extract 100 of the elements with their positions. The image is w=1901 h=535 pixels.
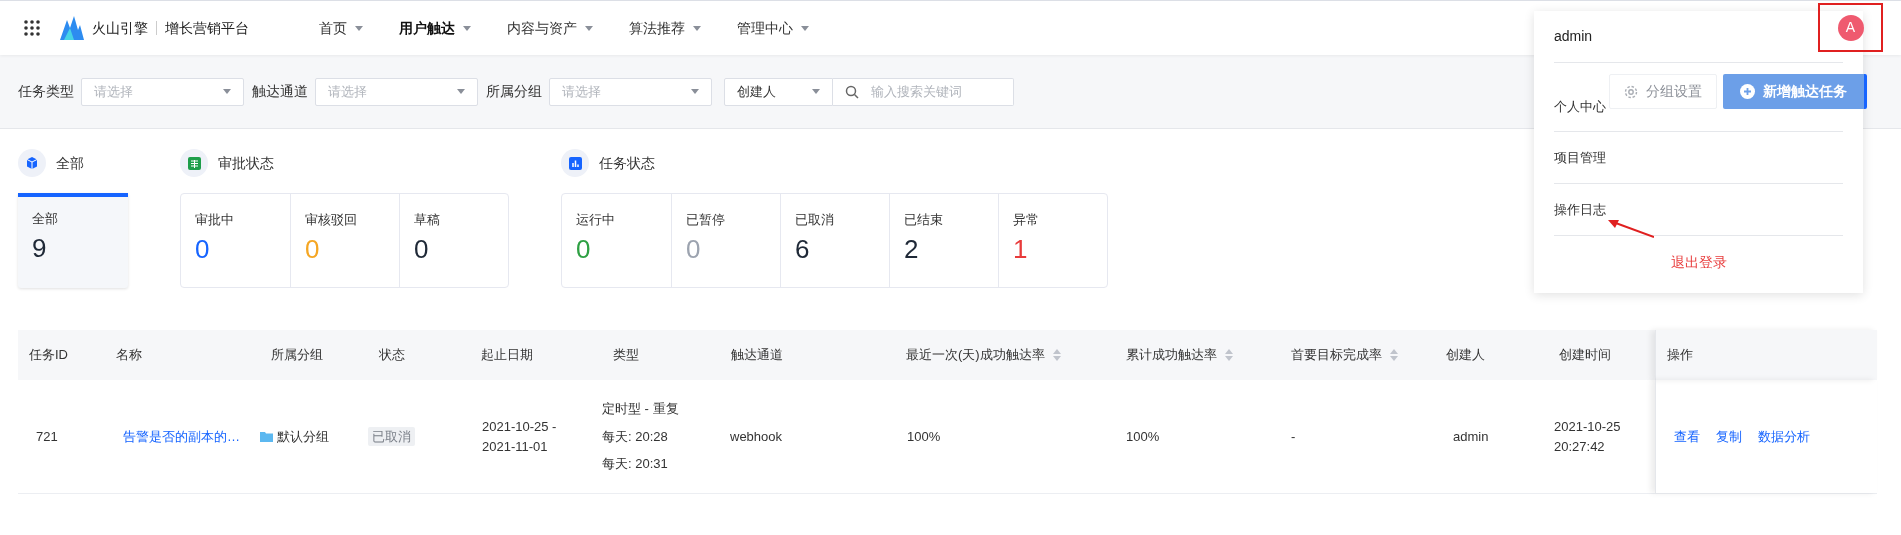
stat-tile[interactable]: 审批中 0 xyxy=(181,194,290,287)
search-field[interactable]: 输入搜索关键词 xyxy=(833,77,1014,106)
stat-label: 审核驳回 xyxy=(305,211,358,229)
stat-label: 异常 xyxy=(1013,211,1040,229)
task-name-link[interactable]: 告警是否的副本的… xyxy=(123,428,240,444)
bar-chart-icon xyxy=(561,149,589,177)
schedule-text: 每天: 20:31 xyxy=(602,455,669,474)
table-cell: 100% xyxy=(1126,428,1160,444)
filter-label: 所属分组 xyxy=(486,82,542,101)
stat-label: 已结束 xyxy=(904,211,944,229)
caret-icon xyxy=(585,25,593,31)
table-cell: - xyxy=(1291,428,1296,444)
caret-icon xyxy=(457,89,465,94)
stat-group-title: 审批状态 xyxy=(218,153,274,173)
caret-icon xyxy=(693,25,701,31)
column-header: 类型 xyxy=(612,346,640,365)
nav-tab[interactable]: 算法推荐 xyxy=(629,17,701,39)
plus-circle-icon xyxy=(1740,84,1755,99)
product-name: 增长营销平台 xyxy=(165,18,249,38)
nav-tab[interactable]: 管理中心 xyxy=(737,17,809,39)
nav-tab[interactable]: 首页 xyxy=(319,17,363,39)
stat-tile[interactable]: 已结束 2 xyxy=(889,194,998,287)
menu-item[interactable]: 个人中心 xyxy=(1554,97,1606,117)
stat-label: 运行中 xyxy=(576,211,616,229)
annotation-arrow xyxy=(1608,219,1654,239)
search-input[interactable]: 输入搜索关键词 xyxy=(871,81,1001,102)
stat-tile[interactable]: 审核驳回 0 xyxy=(290,194,399,287)
stat-value: 6 xyxy=(795,232,811,266)
caret-icon xyxy=(801,25,809,31)
column-header[interactable]: 最近一次(天)成功触达率 xyxy=(895,330,1115,380)
filter-label: 触达通道 xyxy=(252,82,308,101)
app-grid-icon[interactable] xyxy=(24,20,40,36)
stat-value: 9 xyxy=(32,231,48,265)
table-cell: admin xyxy=(1453,428,1489,444)
column-header: 名称 xyxy=(115,346,143,365)
stat-tile[interactable]: 草稿 0 xyxy=(399,194,508,287)
stat-label: 已暂停 xyxy=(686,211,726,229)
column-header: 起止日期 xyxy=(480,346,534,365)
column-header: 触达通道 xyxy=(730,346,784,365)
stat-value: 0 xyxy=(414,232,430,266)
spreadsheet-icon xyxy=(180,149,208,177)
brand-name: 火山引擎 xyxy=(92,18,148,38)
sort-icon xyxy=(1390,349,1398,361)
stat-value: 0 xyxy=(576,232,592,266)
row-action-link[interactable]: 复制 xyxy=(1716,426,1742,447)
stat-tile[interactable]: 全部 9 xyxy=(18,193,128,288)
row-action-link[interactable]: 查看 xyxy=(1674,426,1700,447)
column-header: 所属分组 xyxy=(270,346,324,365)
column-header: 创建时间 xyxy=(1558,346,1612,365)
stat-value: 0 xyxy=(195,232,211,266)
stat-group-title: 任务状态 xyxy=(599,153,655,173)
status-tag: 已取消 xyxy=(368,426,415,446)
caret-icon xyxy=(463,25,471,31)
stat-tile[interactable]: 已暂停 0 xyxy=(671,194,780,287)
caret-icon xyxy=(812,89,820,94)
sort-icon xyxy=(1052,349,1061,361)
column-header[interactable]: 首要目标完成率 xyxy=(1280,330,1435,380)
filter-label: 任务类型 xyxy=(18,82,74,101)
stat-tile[interactable]: 已取消 6 xyxy=(780,194,889,287)
column-header: 创建人 xyxy=(1445,346,1486,365)
table-cell: 100% xyxy=(907,428,941,444)
nav-tab[interactable]: 内容与资产 xyxy=(507,17,593,39)
stat-label: 审批中 xyxy=(195,211,235,229)
column-header: 操作 xyxy=(1655,330,1877,380)
gear-icon xyxy=(1624,84,1638,99)
caret-icon xyxy=(223,89,231,94)
table-cell: webhook xyxy=(730,428,783,444)
mountain-logo-icon xyxy=(60,16,84,40)
column-header: 状态 xyxy=(378,346,406,365)
stat-group-title: 全部 xyxy=(56,153,84,173)
menu-item[interactable]: 项目管理 xyxy=(1554,147,1606,168)
username: admin xyxy=(1554,27,1593,46)
search-field-select[interactable]: 创建人 xyxy=(724,77,833,106)
table-cell-text: 默认分组 xyxy=(277,427,329,446)
cube-icon xyxy=(18,149,46,177)
stat-label: 草稿 xyxy=(414,211,441,229)
stat-value: 2 xyxy=(904,232,920,266)
table-cell: 721 xyxy=(36,428,58,444)
column-header: 任务ID xyxy=(28,346,69,365)
caret-icon xyxy=(691,89,699,94)
column-header[interactable]: 累计成功触达率 xyxy=(1115,330,1280,380)
stat-label: 全部 xyxy=(32,210,59,228)
nav-tab[interactable]: 用户触达 xyxy=(399,17,471,39)
caret-icon xyxy=(355,25,363,31)
stat-value: 0 xyxy=(686,232,702,266)
stat-value: 1 xyxy=(1013,232,1029,266)
row-action-link[interactable]: 数据分析 xyxy=(1758,426,1810,447)
table-cell: 2021-10-25 - 2021-11-01 xyxy=(482,418,557,454)
sort-icon xyxy=(1225,349,1233,361)
stat-tile[interactable]: 异常 1 xyxy=(998,194,1107,287)
stat-label: 已取消 xyxy=(795,211,835,229)
search-icon xyxy=(845,84,859,99)
folder-icon xyxy=(260,431,273,442)
stat-value: 0 xyxy=(305,232,321,266)
table-cell: 2021-10-25 20:27:42 xyxy=(1554,418,1621,454)
schedule-text: 定时型 - 重复 xyxy=(602,400,680,419)
logout-button[interactable]: 退出登录 xyxy=(1670,251,1727,273)
schedule-text: 每天: 20:28 xyxy=(602,427,669,446)
menu-item[interactable]: 操作日志 xyxy=(1554,199,1606,220)
stat-tile[interactable]: 运行中 0 xyxy=(562,194,671,287)
